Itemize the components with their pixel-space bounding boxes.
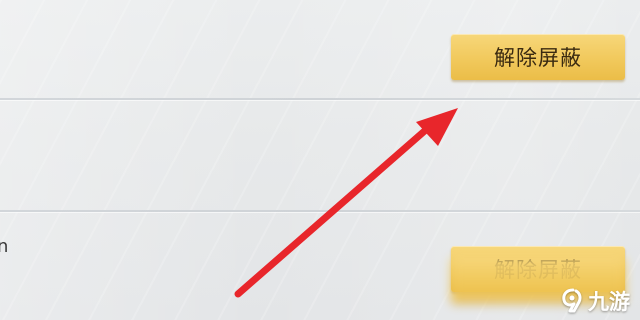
row-text-partial: n <box>0 236 9 257</box>
jiuyou-logo-icon <box>562 288 582 313</box>
unblock-button[interactable]: 解除屏蔽 <box>451 34 625 80</box>
blocked-list: 解除屏蔽 解除屏蔽 n <box>0 0 640 320</box>
watermark: 九游 <box>560 286 630 316</box>
list-item: 解除屏蔽 <box>0 0 640 100</box>
row-divider <box>0 210 640 212</box>
list-item: 解除屏蔽 <box>0 100 640 292</box>
watermark-text: 九游 <box>588 290 630 314</box>
